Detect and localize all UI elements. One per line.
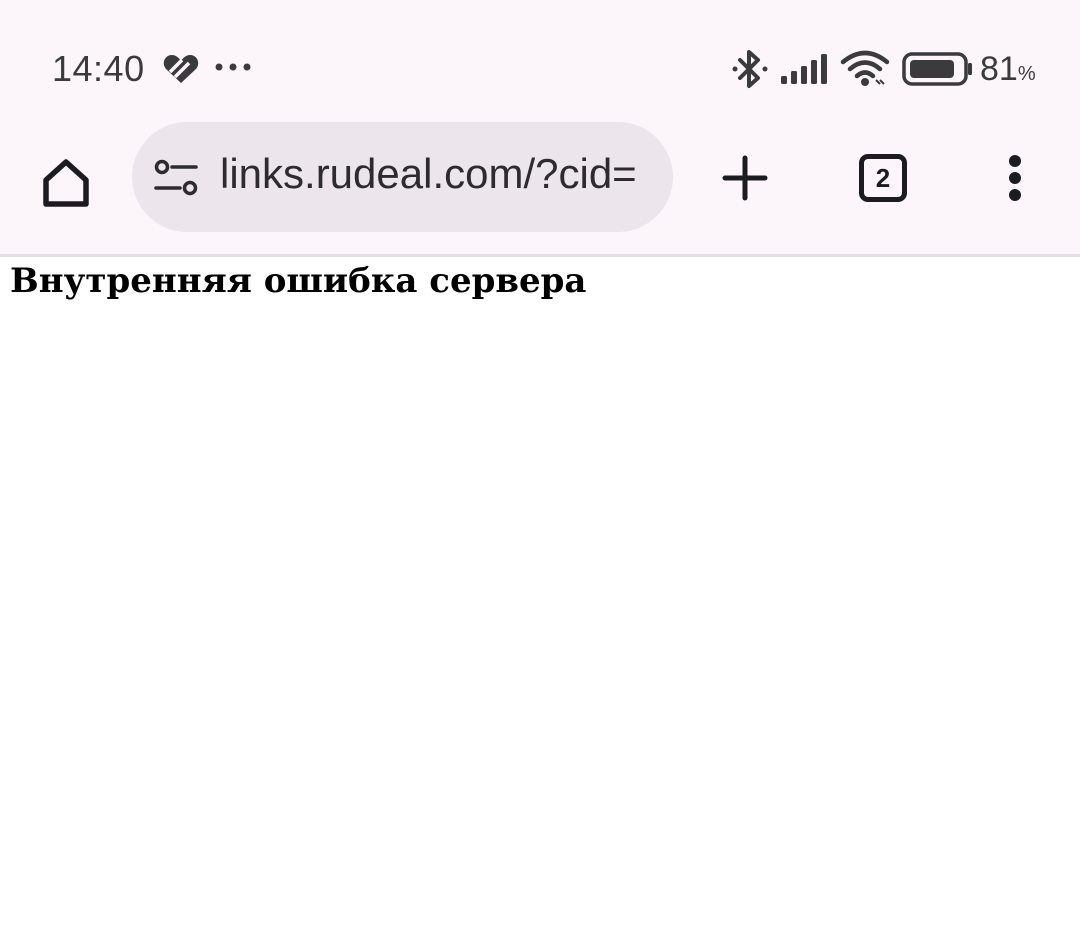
bluetooth-icon (732, 50, 768, 88)
tab-switcher-button[interactable]: 2 (848, 142, 918, 214)
home-icon (43, 159, 89, 207)
plus-icon (722, 155, 768, 201)
menu-button[interactable] (990, 142, 1040, 214)
more-dots-icon (215, 63, 251, 71)
url-text[interactable]: links.rudeal.com/?cid= (220, 150, 652, 198)
site-info-icon[interactable] (154, 158, 198, 198)
status-bar: 14:40 81% (0, 0, 1080, 122)
tab-count: 2 (875, 162, 891, 193)
home-button[interactable] (30, 146, 102, 218)
health-heart-icon (163, 55, 199, 83)
omnibox[interactable]: links.rudeal.com/?cid= (132, 122, 673, 232)
battery-percent-unit: % (1017, 63, 1036, 85)
battery-percent-value: 81 (980, 50, 1018, 88)
tab-switcher-icon: 2 (859, 154, 907, 202)
wifi-icon (840, 50, 890, 86)
error-heading: Внутренняя ошибка сервера (10, 261, 587, 301)
battery-percent: 81% (980, 50, 1036, 89)
cellular-signal-icon (781, 54, 827, 84)
page-content: Внутренняя ошибка сервера (0, 257, 1080, 948)
battery-icon (902, 52, 972, 86)
new-tab-button[interactable] (712, 142, 778, 214)
browser-toolbar: links.rudeal.com/?cid= 2 (0, 122, 1080, 254)
more-vert-icon (1009, 155, 1021, 201)
status-time: 14:40 (52, 48, 145, 89)
